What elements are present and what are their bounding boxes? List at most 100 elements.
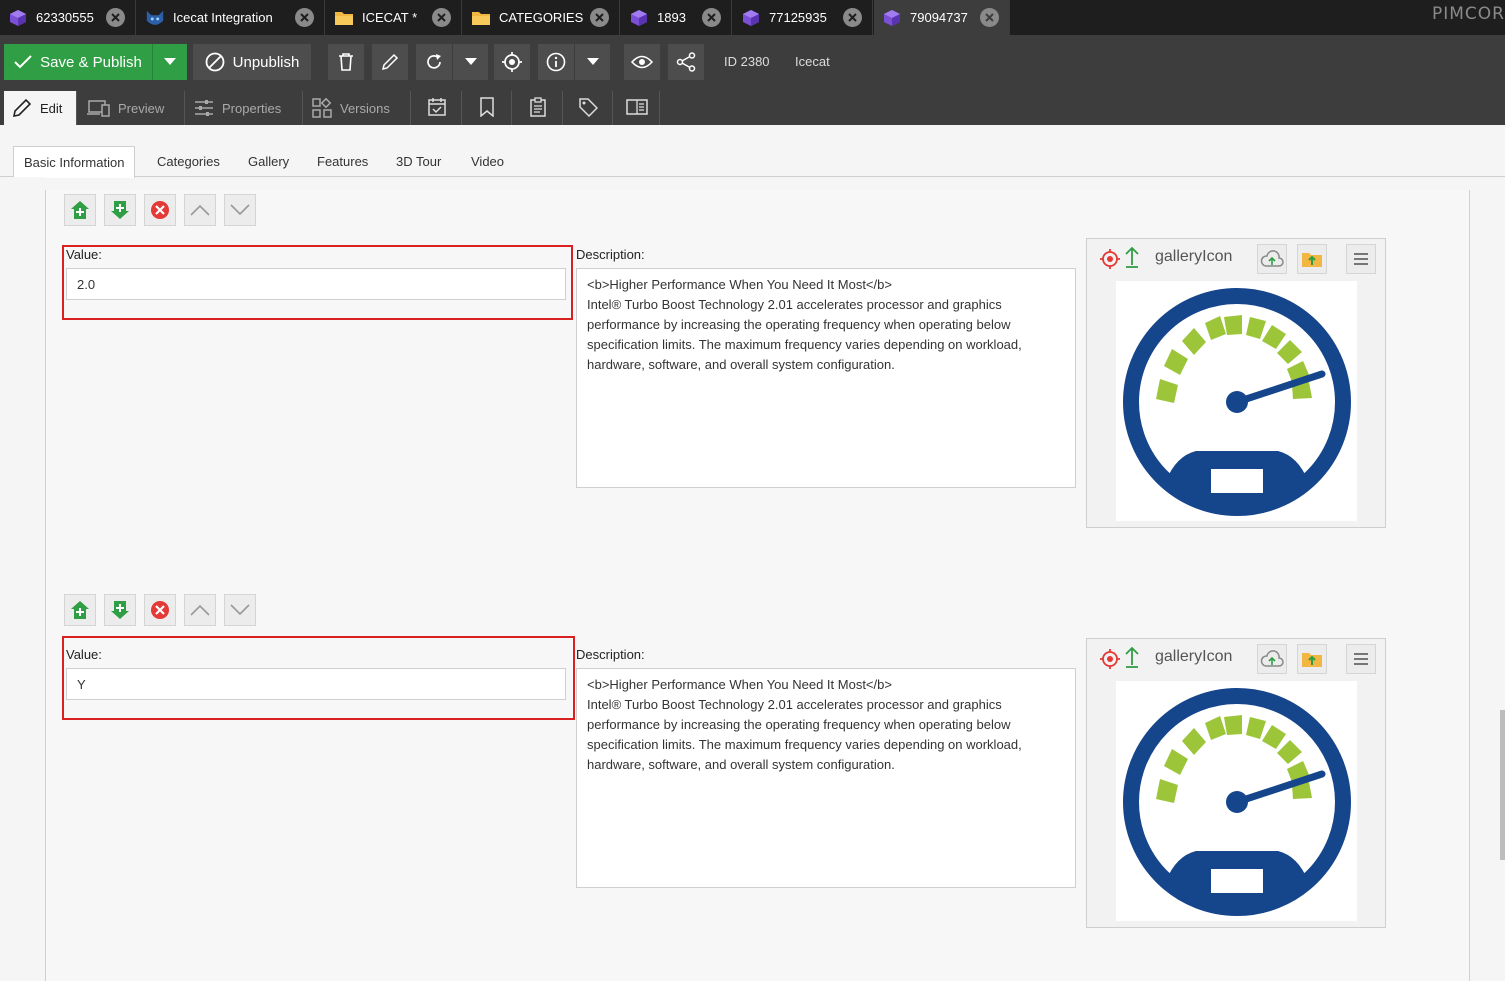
tab-62330555[interactable]: 62330555 xyxy=(0,0,136,35)
description-line: <b>Higher Performance When You Need It M… xyxy=(587,677,892,692)
vertical-scrollbar[interactable] xyxy=(1500,710,1505,860)
share-button[interactable] xyxy=(668,44,704,80)
tab-tags[interactable] xyxy=(564,91,613,125)
tab-label: 77125935 xyxy=(769,10,827,25)
book-open-icon xyxy=(625,98,648,119)
versions-icon xyxy=(312,98,332,118)
trash-icon xyxy=(339,53,353,71)
menu-icon xyxy=(1354,253,1368,265)
ban-icon xyxy=(205,52,225,72)
calendar-icon xyxy=(427,97,447,120)
unpublish-button[interactable]: Unpublish xyxy=(193,44,311,80)
pencil-icon xyxy=(12,98,32,118)
tab-video[interactable]: Video xyxy=(461,146,514,177)
eye-icon xyxy=(631,55,653,69)
tag-icon xyxy=(578,97,599,120)
chevron-down-icon xyxy=(230,604,250,616)
tab-edit[interactable]: Edit xyxy=(4,91,77,125)
gallery-image[interactable] xyxy=(1116,281,1357,521)
target-icon xyxy=(502,52,522,72)
description-line: performance by increasing the operating … xyxy=(587,717,1011,732)
description-textarea[interactable]: <b>Higher Performance When You Need It M… xyxy=(576,268,1076,488)
add-block-above-button[interactable] xyxy=(64,194,96,226)
locate-in-tree-button[interactable] xyxy=(494,44,530,80)
close-icon[interactable] xyxy=(980,8,999,27)
tab-categories[interactable]: Categories xyxy=(147,146,230,177)
upload-cloud-button[interactable] xyxy=(1257,244,1287,274)
description-textarea[interactable]: <b>Higher Performance When You Need It M… xyxy=(576,668,1076,888)
tab-properties[interactable]: Properties xyxy=(186,91,303,125)
search-asset-button[interactable] xyxy=(1297,244,1327,274)
add-block-above-button[interactable] xyxy=(64,594,96,626)
tab-edit-label: Edit xyxy=(40,100,63,116)
preview-button[interactable] xyxy=(624,44,660,80)
move-down-button[interactable] xyxy=(224,194,256,226)
move-up-button[interactable] xyxy=(184,194,216,226)
gallery-image[interactable] xyxy=(1116,681,1357,921)
close-icon[interactable] xyxy=(590,8,609,27)
folder-icon xyxy=(334,8,354,28)
value-input[interactable]: 2.0 xyxy=(66,268,566,300)
close-icon[interactable] xyxy=(295,8,314,27)
menu-button[interactable] xyxy=(1346,244,1376,274)
close-icon[interactable] xyxy=(432,8,451,27)
delete-button[interactable] xyxy=(328,44,364,80)
locate-target-icon[interactable] xyxy=(1099,648,1121,675)
reload-button[interactable] xyxy=(416,44,452,80)
rename-button[interactable] xyxy=(372,44,408,80)
info-button[interactable] xyxy=(538,44,574,80)
tab-3d-tour[interactable]: 3D Tour xyxy=(386,146,451,177)
close-icon[interactable] xyxy=(702,8,721,27)
remove-icon xyxy=(151,601,169,619)
add-block-below-button[interactable] xyxy=(104,194,136,226)
tab-77125935[interactable]: 77125935 xyxy=(733,0,873,35)
tab-basic-information[interactable]: Basic Information xyxy=(13,146,136,178)
tab-workflow[interactable] xyxy=(614,91,660,125)
add-block-below-button[interactable] xyxy=(104,594,136,626)
tab-schedule[interactable] xyxy=(412,91,462,125)
share-icon xyxy=(676,52,696,72)
save-options-dropdown[interactable] xyxy=(152,44,187,80)
info-options-dropdown[interactable] xyxy=(575,44,610,80)
object-id-text: ID 2380 xyxy=(724,54,770,69)
search-asset-button[interactable] xyxy=(1297,644,1327,674)
tab-preview-label: Preview xyxy=(118,100,165,116)
tab-79094737[interactable]: 79094737 xyxy=(874,0,1010,35)
move-down-button[interactable] xyxy=(224,594,256,626)
unpublish-label: Unpublish xyxy=(232,53,300,71)
tab-preview[interactable]: Preview xyxy=(78,91,185,125)
object-class-text: Icecat xyxy=(795,54,830,69)
close-icon[interactable] xyxy=(106,8,125,27)
menu-icon xyxy=(1354,653,1368,665)
caret-down-icon xyxy=(586,58,599,65)
layout-tabs: Basic Information Categories Gallery Fea… xyxy=(0,125,1505,178)
chevron-up-icon xyxy=(190,204,210,216)
remove-block-button[interactable] xyxy=(144,194,176,226)
upload-arrow-icon[interactable] xyxy=(1125,646,1139,673)
tab-categories[interactable]: CATEGORIES xyxy=(463,0,620,35)
tab-versions[interactable]: Versions xyxy=(304,91,411,125)
tab-features[interactable]: Features xyxy=(307,146,378,177)
upload-arrow-icon[interactable] xyxy=(1125,246,1139,273)
tab-versions-label: Versions xyxy=(340,100,390,116)
tab-dependencies[interactable] xyxy=(463,91,512,125)
upload-cloud-button[interactable] xyxy=(1257,644,1287,674)
move-up-button[interactable] xyxy=(184,594,216,626)
locate-target-icon[interactable] xyxy=(1099,248,1121,275)
add-up-icon xyxy=(71,201,89,219)
close-icon[interactable] xyxy=(843,8,862,27)
description-label: Description: xyxy=(576,247,645,262)
tab-icecat[interactable]: ICECAT * xyxy=(326,0,462,35)
menu-button[interactable] xyxy=(1346,644,1376,674)
folder-icon xyxy=(471,8,491,28)
tab-gallery[interactable]: Gallery xyxy=(238,146,299,177)
speedometer-icon xyxy=(1123,688,1351,916)
save-publish-button[interactable]: Save & Publish xyxy=(4,44,152,80)
reload-options-dropdown[interactable] xyxy=(453,44,488,80)
description-line: Intel® Turbo Boost Technology 2.01 accel… xyxy=(587,697,1002,712)
tab-1893[interactable]: 1893 xyxy=(621,0,732,35)
tab-icecat-integration[interactable]: Icecat Integration xyxy=(137,0,325,35)
value-input[interactable]: Y xyxy=(66,668,566,700)
tab-notes[interactable] xyxy=(513,91,563,125)
remove-block-button[interactable] xyxy=(144,594,176,626)
